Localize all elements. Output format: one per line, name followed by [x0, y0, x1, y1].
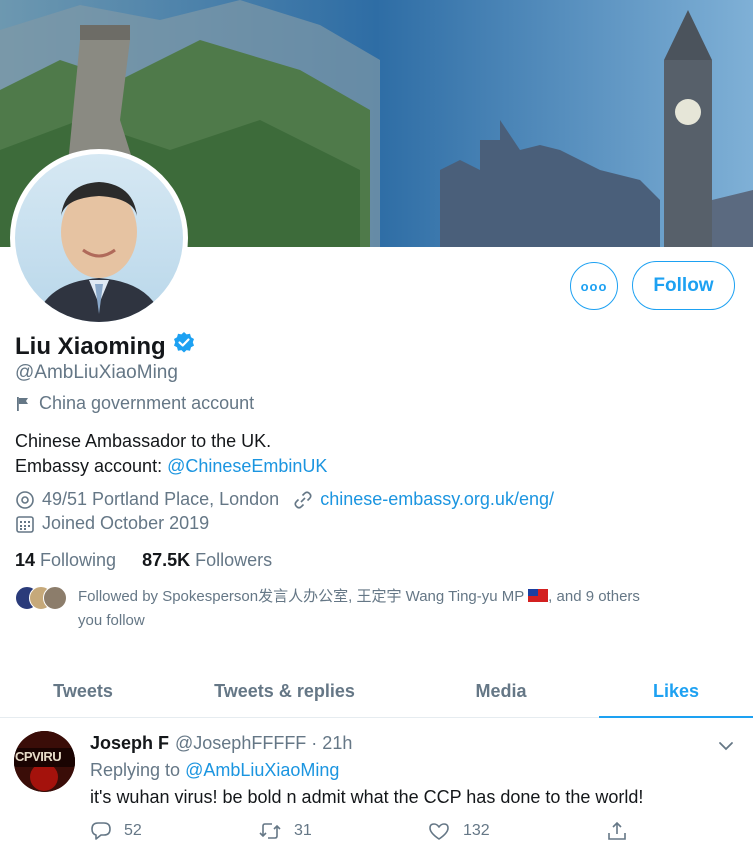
- follow-button[interactable]: Follow: [632, 261, 735, 310]
- chevron-down-icon[interactable]: [716, 736, 736, 761]
- location-icon: [16, 490, 34, 509]
- link-icon: [294, 490, 312, 509]
- tab-tweets-replies[interactable]: Tweets & replies: [166, 665, 403, 717]
- more-icon: ooo: [580, 278, 608, 294]
- tab-likes[interactable]: Likes: [599, 665, 753, 718]
- verified-badge-icon: [172, 331, 196, 362]
- tab-tweets[interactable]: Tweets: [0, 665, 166, 717]
- reply-icon: [91, 822, 111, 840]
- follower-avatars: [15, 586, 67, 610]
- following-count-link[interactable]: 14 Following: [15, 550, 116, 571]
- like-count: 132: [463, 822, 490, 839]
- tweet-author-handle-time[interactable]: @JosephFFFFF · 21h: [175, 733, 352, 754]
- tab-media[interactable]: Media: [403, 665, 599, 717]
- tweet-author-name[interactable]: Joseph F: [90, 733, 169, 754]
- share-button[interactable]: [606, 820, 640, 842]
- profile-meta-joined: Joined October 2019: [15, 513, 209, 534]
- followers-count-link[interactable]: 87.5K Followers: [142, 550, 272, 571]
- bio-line-2-prefix: Embassy account:: [15, 456, 168, 476]
- profile-bio: Chinese Ambassador to the UK. Embassy ac…: [15, 429, 327, 479]
- following-label: Following: [40, 550, 117, 570]
- avatar-photo: [15, 154, 183, 322]
- location-text: 49/51 Portland Place, London: [42, 489, 280, 509]
- avatar-text: CPVIRU: [15, 749, 62, 764]
- bio-line-1: Chinese Ambassador to the UK.: [15, 431, 272, 451]
- reply-count: 52: [124, 822, 142, 839]
- profile-name: Liu Xiaoming: [15, 332, 166, 360]
- followed-by-suffix: , and 9 others: [548, 588, 640, 605]
- followers-label: Followers: [195, 550, 273, 570]
- retweet-icon: [259, 823, 281, 839]
- replying-to-prefix: Replying to: [90, 760, 186, 780]
- followers-count: 87.5K: [142, 550, 191, 570]
- retweet-button[interactable]: 31: [258, 820, 312, 842]
- profile-tabs: Tweets Tweets & replies Media Likes: [0, 665, 753, 718]
- followed-by-line-2: you follow: [78, 612, 145, 629]
- flag-icon: [17, 396, 28, 411]
- followed-by[interactable]: Followed by Spokesperson发言人办公室, 王定宇 Wang…: [15, 585, 745, 633]
- embassy-account-link[interactable]: @ChineseEmbinUK: [167, 456, 327, 476]
- retweet-count: 31: [294, 822, 312, 839]
- profile-meta-location-website: 49/51 Portland Place, London chinese-emb…: [15, 489, 554, 510]
- website-link[interactable]: chinese-embassy.org.uk/eng/: [320, 489, 554, 510]
- follower-avatar: [43, 586, 67, 610]
- government-label-text: China government account: [39, 393, 255, 413]
- reply-button[interactable]: 52: [90, 820, 142, 842]
- calendar-icon: [16, 515, 34, 533]
- followed-by-text: Followed by Spokesperson发言人办公室, 王定宇 Wang…: [78, 588, 524, 605]
- replying-to-handle[interactable]: @AmbLiuXiaoMing: [185, 760, 339, 780]
- tweet-text: it's wuhan virus! be bold n admit what t…: [90, 787, 644, 807]
- following-count: 14: [15, 550, 36, 570]
- tweet-author-avatar[interactable]: CPVIRU: [14, 731, 75, 792]
- replying-to: Replying to @AmbLiuXiaoMing: [90, 760, 339, 781]
- share-icon: [608, 821, 626, 840]
- profile-avatar[interactable]: [10, 149, 188, 327]
- profile-counts: 14 Following 87.5K Followers: [15, 550, 298, 571]
- more-options-button[interactable]: ooo: [570, 262, 618, 310]
- tweet-header: Joseph F @JosephFFFFF · 21h: [90, 733, 352, 754]
- like-icon: [429, 823, 449, 840]
- like-button[interactable]: 132: [427, 820, 490, 842]
- profile-name-row: Liu Xiaoming: [15, 331, 196, 362]
- joined-text: Joined October 2019: [42, 513, 210, 533]
- taiwan-flag-icon: [528, 589, 549, 602]
- profile-handle: @AmbLiuXiaoMing: [15, 362, 178, 383]
- government-label: China government account: [15, 393, 254, 414]
- tweet-actions: 52 31 132: [90, 820, 635, 844]
